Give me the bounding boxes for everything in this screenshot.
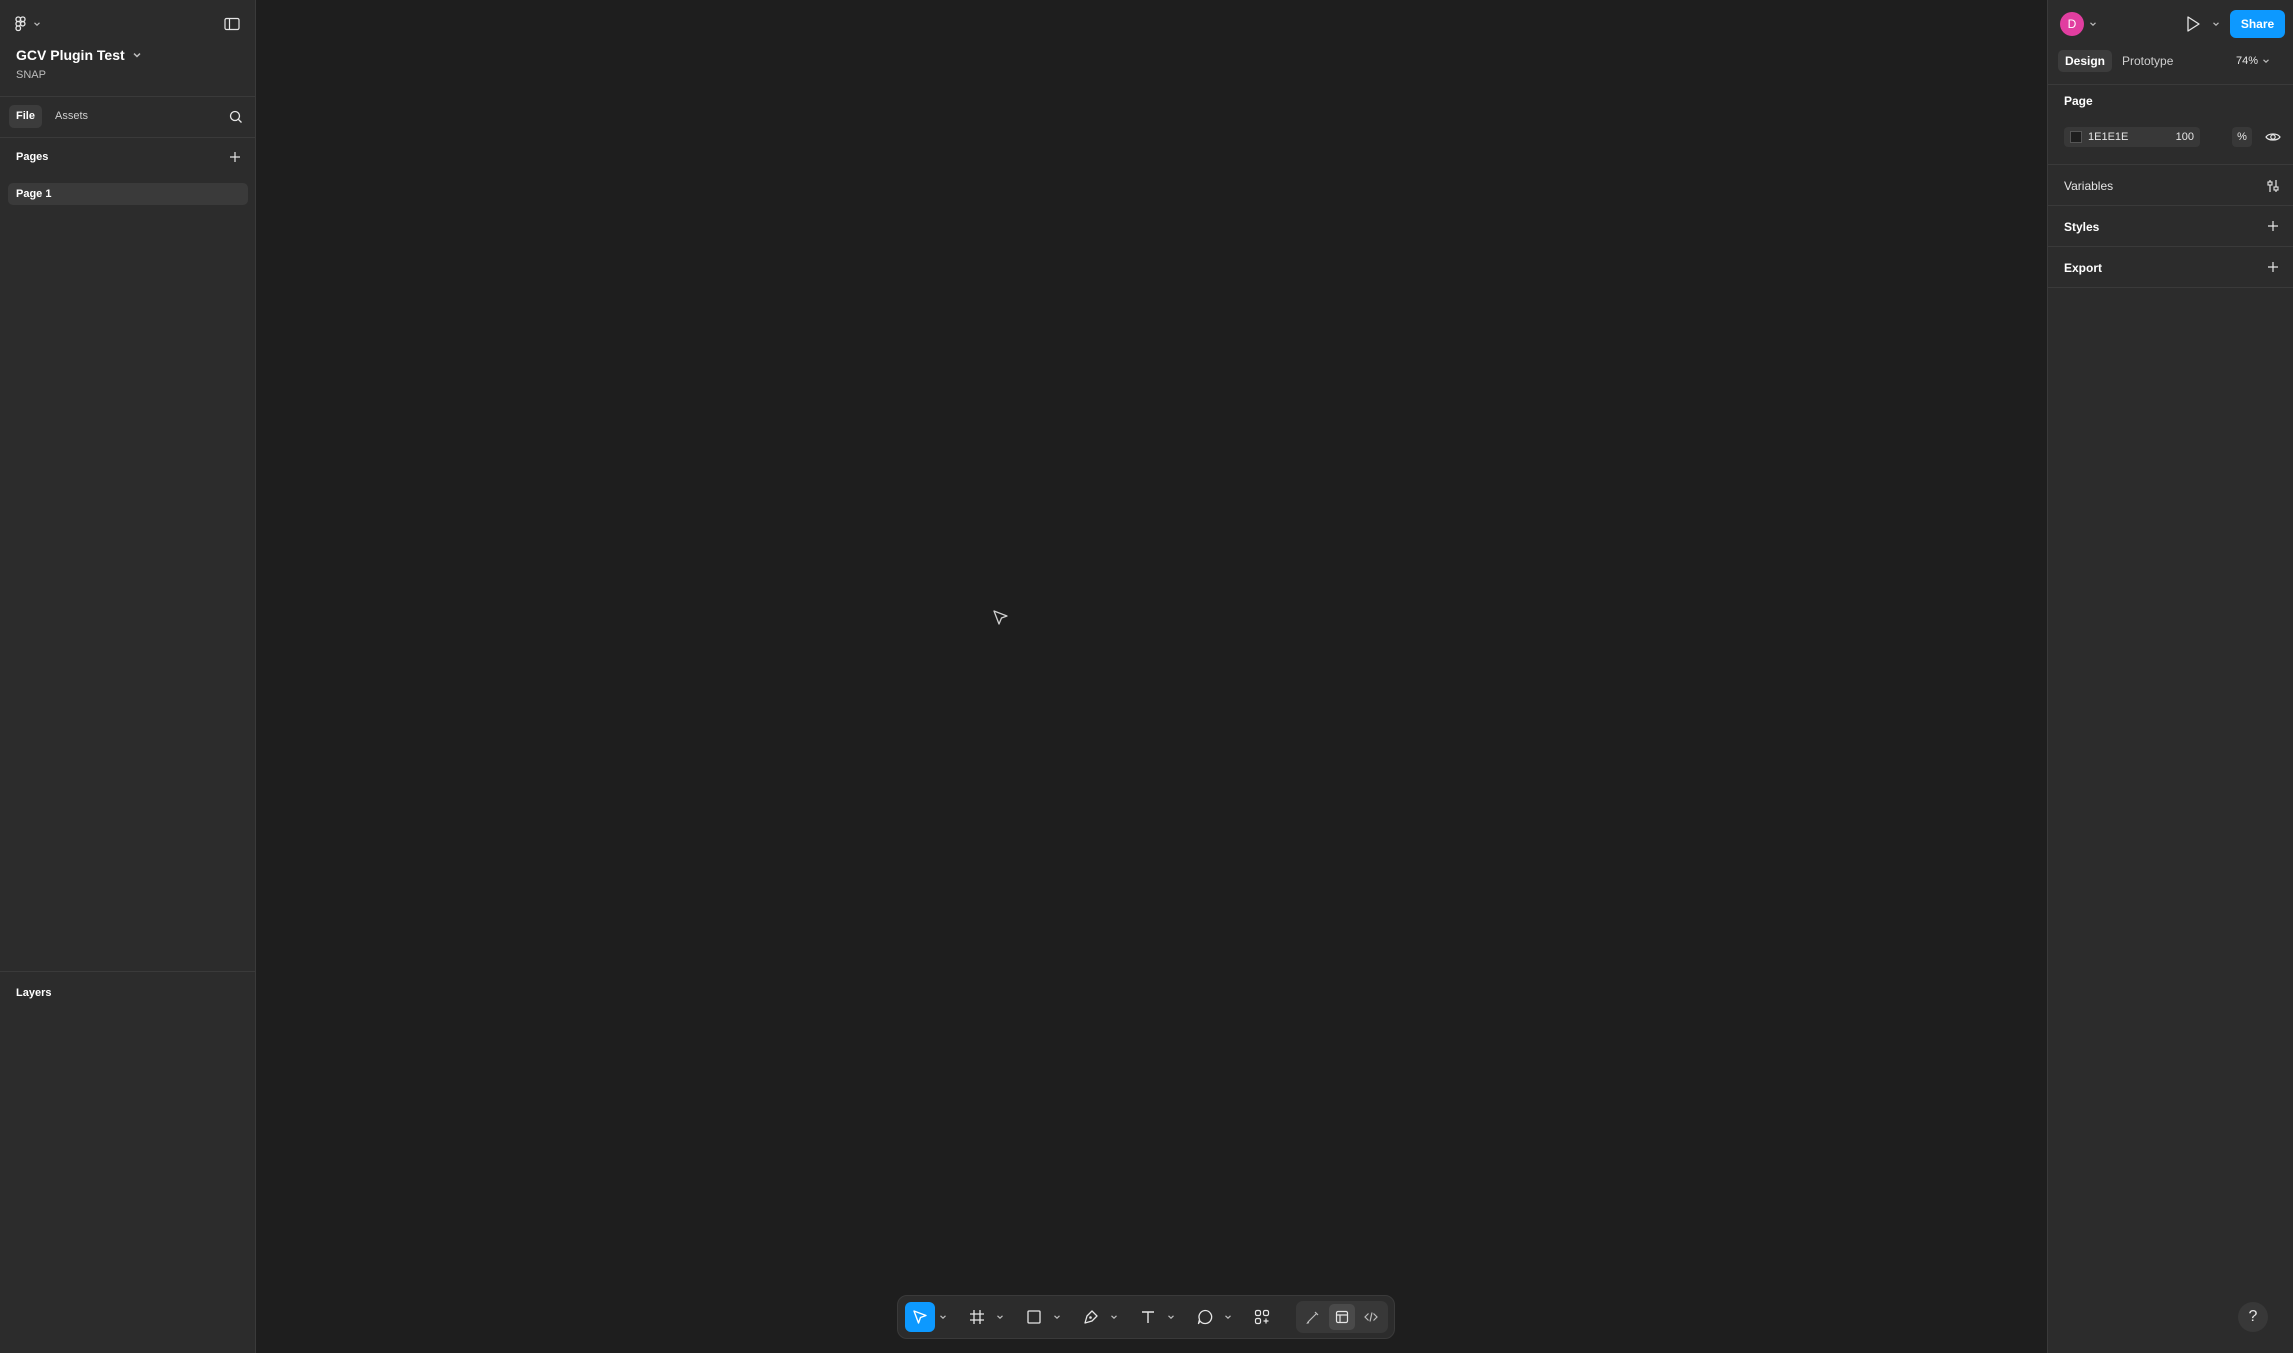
chevron-down-icon[interactable] xyxy=(1109,1312,1119,1322)
tab-file[interactable]: File xyxy=(9,105,42,128)
mode-switcher xyxy=(1296,1301,1388,1333)
pen-tool-button[interactable] xyxy=(1076,1302,1106,1332)
page-item-page-1[interactable]: Page 1 xyxy=(8,183,248,205)
divider xyxy=(0,137,256,138)
opacity-unit: % xyxy=(2232,127,2252,147)
zoom-level: 74% xyxy=(2236,55,2259,67)
draw-icon xyxy=(1306,1311,1319,1325)
components-icon xyxy=(1254,1309,1270,1325)
page-section-heading: Page xyxy=(2064,94,2093,108)
eye-icon xyxy=(2265,133,2281,141)
design-icon xyxy=(1335,1310,1349,1324)
chevron-down-icon[interactable] xyxy=(995,1312,1005,1322)
divider xyxy=(2047,287,2293,288)
sliders-icon xyxy=(2267,180,2279,192)
share-button[interactable]: Share xyxy=(2230,10,2285,38)
actions-tool-button[interactable] xyxy=(1247,1302,1277,1332)
variables-settings-button[interactable] xyxy=(2263,176,2283,196)
add-export-button[interactable] xyxy=(2263,257,2283,277)
code-icon xyxy=(1364,1312,1378,1322)
chevron-down-icon[interactable] xyxy=(1052,1312,1062,1322)
figma-logo-icon xyxy=(15,16,26,32)
layers-heading: Layers xyxy=(16,987,52,999)
plus-icon xyxy=(230,152,240,162)
divider xyxy=(2047,246,2293,247)
present-button[interactable] xyxy=(2182,13,2204,35)
dev-mode-button[interactable] xyxy=(1358,1304,1384,1330)
shape-tool-button[interactable] xyxy=(1019,1302,1049,1332)
file-title[interactable]: GCV Plugin Test xyxy=(16,47,125,63)
play-icon xyxy=(2187,16,2200,32)
pen-icon xyxy=(1084,1310,1098,1324)
frame-tool-button[interactable] xyxy=(962,1302,992,1332)
zoom-dropdown[interactable]: 74% xyxy=(2236,50,2271,72)
toggle-visibility-button[interactable] xyxy=(2264,128,2282,146)
chevron-down-icon[interactable] xyxy=(1223,1312,1233,1322)
search-layers-button[interactable] xyxy=(226,107,246,127)
draw-mode-button[interactable] xyxy=(1300,1304,1326,1330)
move-tool-button[interactable] xyxy=(905,1302,935,1332)
frame-icon xyxy=(970,1310,984,1324)
chevron-down-icon xyxy=(34,22,40,27)
canvas[interactable] xyxy=(256,0,2047,1353)
divider xyxy=(0,971,256,972)
add-style-button[interactable] xyxy=(2263,216,2283,236)
chevron-down-icon[interactable] xyxy=(2088,19,2098,29)
variables-heading: Variables xyxy=(2064,179,2114,193)
avatar[interactable]: D xyxy=(2060,12,2084,36)
help-button[interactable]: ? xyxy=(2238,1302,2268,1332)
export-heading: Export xyxy=(2064,261,2103,275)
divider xyxy=(0,96,256,97)
chevron-down-icon xyxy=(2263,59,2269,64)
comment-tool-button[interactable] xyxy=(1190,1302,1220,1332)
chevron-down-icon[interactable] xyxy=(2211,19,2221,29)
plus-icon xyxy=(2268,262,2278,272)
divider xyxy=(2047,205,2293,206)
tab-design[interactable]: Design xyxy=(2058,50,2113,72)
search-icon xyxy=(229,110,242,123)
tab-assets[interactable]: Assets xyxy=(48,105,95,128)
background-opacity-value[interactable]: 100 xyxy=(2176,131,2194,143)
comment-icon xyxy=(1197,1309,1213,1325)
chevron-down-icon[interactable] xyxy=(131,49,143,61)
main-menu-button[interactable] xyxy=(14,12,50,36)
styles-heading: Styles xyxy=(2064,220,2100,234)
bottom-toolbar xyxy=(897,1295,1395,1339)
project-name: SNAP xyxy=(16,69,46,81)
pages-heading: Pages xyxy=(16,151,49,163)
toggle-sidebar-button[interactable] xyxy=(220,13,244,35)
cursor-arrow-icon xyxy=(913,1310,927,1324)
color-swatch[interactable] xyxy=(2070,131,2082,143)
rectangle-icon xyxy=(1027,1310,1041,1324)
sidebar-icon xyxy=(224,17,240,31)
right-panel xyxy=(2047,0,2293,1353)
chevron-down-icon[interactable] xyxy=(1166,1312,1176,1322)
chevron-down-icon[interactable] xyxy=(938,1312,948,1322)
mouse-cursor-icon xyxy=(993,610,1008,625)
add-page-button[interactable] xyxy=(225,147,245,167)
text-icon xyxy=(1142,1311,1154,1323)
divider xyxy=(2047,84,2293,85)
page-background-field[interactable]: 1E1E1E 100 xyxy=(2064,127,2200,147)
divider xyxy=(2047,164,2293,165)
background-hex-value[interactable]: 1E1E1E xyxy=(2088,131,2128,143)
plus-icon xyxy=(2268,221,2278,231)
tab-prototype[interactable]: Prototype xyxy=(2115,50,2180,72)
design-mode-button[interactable] xyxy=(1329,1304,1355,1330)
text-tool-button[interactable] xyxy=(1133,1302,1163,1332)
